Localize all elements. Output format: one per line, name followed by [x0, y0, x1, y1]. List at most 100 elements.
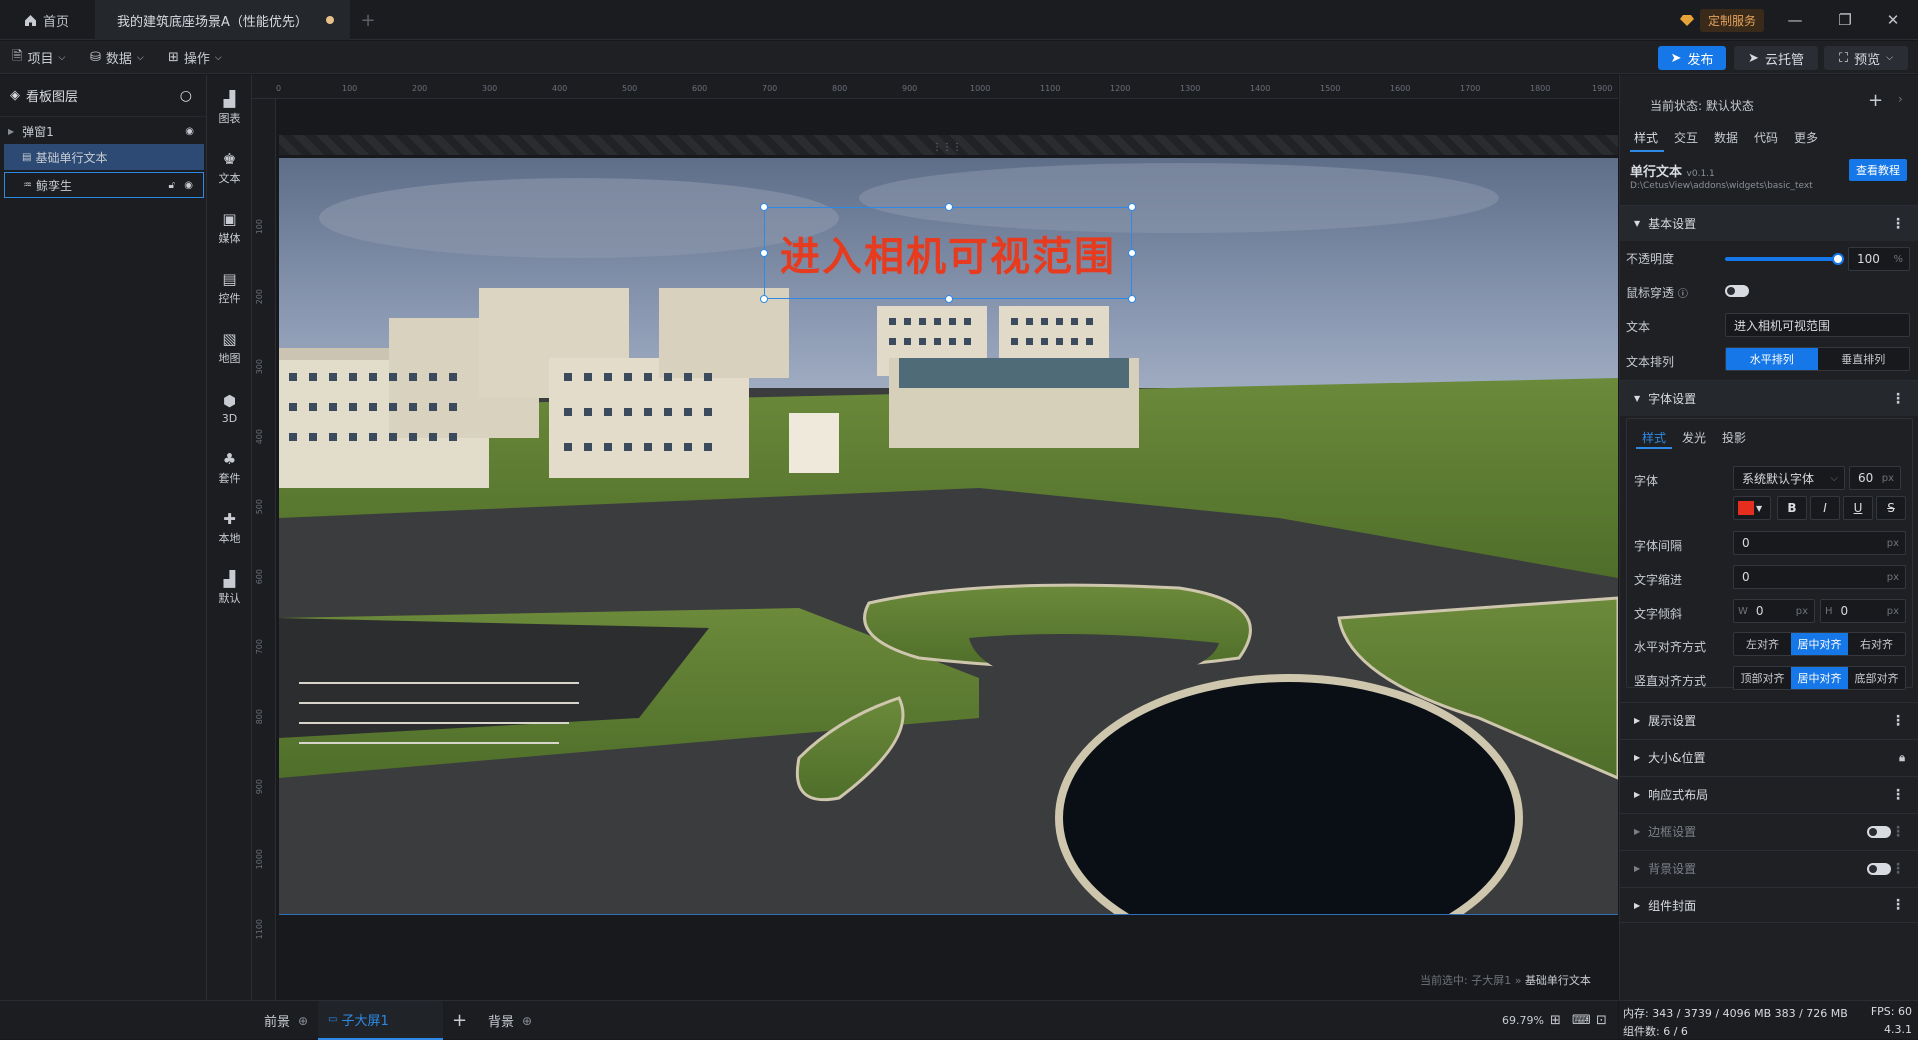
resize-handle[interactable] [1128, 295, 1136, 303]
halign-toggle[interactable]: 左对齐 居中对齐 右对齐 [1733, 632, 1906, 656]
keyboard-icon[interactable]: ⌨ [1572, 1001, 1591, 1040]
tab-home[interactable]: 首页 [0, 0, 95, 40]
opacity-slider[interactable] [1725, 257, 1837, 261]
eye-icon[interactable]: ◉ [184, 180, 193, 191]
valign-toggle[interactable]: 顶部对齐 居中对齐 底部对齐 [1733, 666, 1906, 690]
section-responsive[interactable]: ▶ 响应式布局 ⋮ [1620, 776, 1918, 812]
tab-data[interactable]: 数据 [1714, 129, 1738, 146]
toolbar-default[interactable]: ▟ 默认 [207, 563, 252, 613]
resize-handle[interactable] [760, 249, 768, 257]
resize-handle[interactable] [760, 203, 768, 211]
new-tab-button[interactable]: + [350, 0, 386, 40]
cloud-host-button[interactable]: ➤ 云托管 [1734, 46, 1818, 70]
preview-button[interactable]: ⛶ 预览 ⌵ [1824, 46, 1908, 70]
tab-code[interactable]: 代码 [1754, 129, 1778, 146]
toolbar-kit[interactable]: ♣ 套件 [207, 443, 252, 493]
indent-input[interactable]: 0 px [1733, 565, 1906, 589]
toolbar-local[interactable]: ✚ 本地 [207, 503, 252, 553]
arrange-toggle[interactable]: 水平排列 垂直排列 [1725, 347, 1910, 371]
resize-handle[interactable] [1128, 203, 1136, 211]
font-family-select[interactable]: 系统默认字体 ⌵ [1733, 466, 1845, 490]
toolbar-3d[interactable]: ⬢ 3D [207, 383, 252, 433]
add-screen-button[interactable]: + [452, 1001, 467, 1040]
layer-item-popup[interactable]: ▶ 弹窗1 ◉ [4, 118, 204, 144]
publish-button[interactable]: ➤ 发布 [1658, 46, 1726, 70]
valign-top[interactable]: 顶部对齐 [1734, 667, 1791, 689]
more-icon[interactable]: ⋮ [1891, 824, 1905, 840]
more-icon[interactable]: ⋮ [1891, 713, 1905, 729]
tab-more[interactable]: 更多 [1794, 129, 1818, 146]
fit-screen-icon[interactable]: ⊞ [1550, 1001, 1561, 1040]
menu-data[interactable]: ⛁ 数据 ⌵ [90, 41, 144, 74]
font-color-picker[interactable]: ▼ [1733, 496, 1771, 520]
resize-handle[interactable] [760, 295, 768, 303]
tab-foreground[interactable]: 前景 [264, 1001, 290, 1040]
drag-handle-icon[interactable]: ⋮⋮⋮ [932, 142, 962, 153]
selected-text-widget[interactable]: 进入相机可视范围 [760, 203, 1136, 303]
toolbar-text[interactable]: ♚ 文本 [207, 143, 252, 193]
halign-right[interactable]: 右对齐 [1848, 633, 1905, 655]
skew-h-input[interactable]: H 0 px [1820, 599, 1906, 623]
opacity-slider-thumb[interactable] [1832, 253, 1844, 265]
layer-item-twin[interactable]: ♒ 鲸孪生 🔓︎ ◉ [4, 172, 204, 198]
lock-icon[interactable]: 🔒︎ [1899, 751, 1905, 765]
tab-background[interactable]: 背景 [488, 1001, 514, 1040]
more-icon[interactable]: ⋮ [1891, 391, 1905, 407]
add-state-icon[interactable]: + [1868, 90, 1883, 111]
arrange-vertical[interactable]: 垂直排列 [1817, 348, 1909, 370]
resize-handle[interactable] [1128, 249, 1136, 257]
mouse-through-toggle[interactable] [1725, 285, 1749, 297]
add-foreground-icon[interactable]: ⊕ [298, 1001, 308, 1040]
minimize-icon[interactable]: — [1770, 0, 1820, 40]
terminal-icon[interactable]: ⊡ [1596, 1001, 1607, 1040]
font-size-input[interactable]: 60 px [1849, 466, 1901, 490]
letter-spacing-input[interactable]: 0 px [1733, 531, 1906, 555]
bold-button[interactable]: B [1777, 496, 1807, 520]
more-icon[interactable]: ⋮ [1891, 861, 1905, 877]
resize-handle[interactable] [945, 203, 953, 211]
close-icon[interactable]: ✕ [1868, 0, 1918, 40]
section-font[interactable]: ▼ 字体设置 ⋮ [1620, 380, 1918, 416]
menu-operate[interactable]: ⊞ 操作 ⌵ [168, 41, 222, 74]
menu-project[interactable]: 🗎 项目 ⌵ [12, 41, 65, 74]
arrange-horizontal[interactable]: 水平排列 [1726, 348, 1818, 370]
halign-center[interactable]: 居中对齐 [1791, 633, 1848, 655]
layer-item-text[interactable]: ▤ 基础单行文本 [4, 144, 204, 170]
font-tab-shadow[interactable]: 投影 [1722, 429, 1746, 446]
section-cover[interactable]: ▶ 组件封面 ⋮ [1620, 887, 1918, 923]
font-tab-glow[interactable]: 发光 [1682, 429, 1706, 446]
text-input[interactable]: 进入相机可视范围 [1725, 313, 1910, 337]
valign-bottom[interactable]: 底部对齐 [1848, 667, 1905, 689]
section-size-position[interactable]: ▶ 大小&位置 🔒︎ [1620, 739, 1918, 775]
zoom-level[interactable]: 69.79% [1502, 1001, 1544, 1040]
custom-service[interactable]: 定制服务 [1680, 8, 1765, 32]
skew-w-input[interactable]: W 0 px [1733, 599, 1815, 623]
unlock-icon[interactable]: 🔓︎ [169, 180, 175, 191]
tab-scene[interactable]: 我的建筑底座场景A（性能优先） [95, 0, 350, 40]
section-border[interactable]: ▶ 边框设置 ⋮ [1620, 813, 1918, 849]
chevron-right-icon[interactable]: › [1898, 92, 1903, 106]
tab-style[interactable]: 样式 [1634, 129, 1658, 146]
underline-button[interactable]: U [1843, 496, 1873, 520]
background-toggle[interactable] [1867, 863, 1891, 875]
opacity-input[interactable]: 100 % [1848, 247, 1910, 271]
tab-interaction[interactable]: 交互 [1674, 129, 1698, 146]
resize-handle[interactable] [945, 295, 953, 303]
toolbar-control[interactable]: ▤ 控件 [207, 263, 252, 313]
halign-left[interactable]: 左对齐 [1734, 633, 1791, 655]
section-background[interactable]: ▶ 背景设置 ⋮ [1620, 850, 1918, 886]
more-icon[interactable]: ⋮ [1891, 897, 1905, 913]
add-background-icon[interactable]: ⊕ [522, 1001, 532, 1040]
more-icon[interactable]: ⋮ [1891, 787, 1905, 803]
more-icon[interactable]: ⋮ [1891, 216, 1905, 232]
strikethrough-button[interactable]: S [1876, 496, 1906, 520]
toolbar-map[interactable]: ▧ 地图 [207, 323, 252, 373]
restore-icon[interactable]: ❐ [1820, 0, 1870, 40]
eye-hidden-icon[interactable]: ◉ [185, 126, 194, 137]
section-basic[interactable]: ▼ 基本设置 ⋮ [1620, 205, 1918, 241]
toolbar-chart[interactable]: ▟ 图表 [207, 83, 252, 133]
border-toggle[interactable] [1867, 826, 1891, 838]
search-icon[interactable]: ○ [180, 88, 192, 104]
toolbar-media[interactable]: ▣ 媒体 [207, 203, 252, 253]
italic-button[interactable]: I [1810, 496, 1840, 520]
